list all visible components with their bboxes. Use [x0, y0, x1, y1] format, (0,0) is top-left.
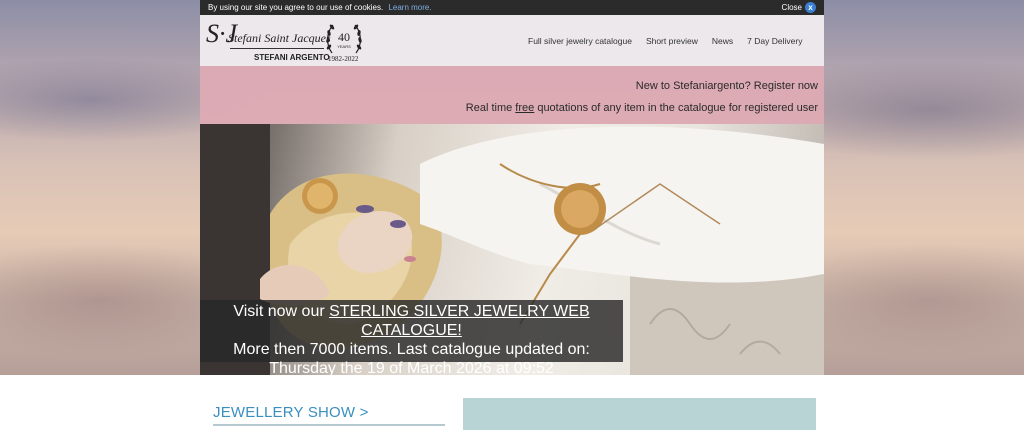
badge-number: 40 [338, 30, 350, 44]
teal-panel [463, 398, 816, 430]
quote-prefix: Real time [465, 102, 516, 114]
caption-line1: Visit now our STERLING SILVER JEWELRY WE… [200, 302, 623, 340]
nav-full-catalogue[interactable]: Full silver jewelry catalogue [528, 36, 632, 46]
cookie-message: By using our site you agree to our use o… [208, 3, 782, 12]
quote-suffix: quotations of any item in the catalogue … [534, 102, 818, 114]
caption-line3: Thursday the 19 of March 2026 at 09:52 [269, 360, 554, 375]
caption-prefix: Visit now our [233, 303, 330, 320]
main-nav: Full silver jewelry catalogue Short prev… [528, 36, 816, 46]
logo-subtitle: STEFANI ARGENTO [254, 53, 330, 62]
cookie-close-button[interactable]: Close x [782, 2, 816, 13]
close-icon[interactable]: x [805, 2, 816, 13]
register-link[interactable]: New to Stefaniargento? Register now [636, 80, 818, 92]
jewellery-show-link[interactable]: JEWELLERY SHOW > [213, 404, 369, 421]
jewellery-show-underline [213, 424, 445, 426]
cookie-learn-more-link[interactable]: Learn more. [388, 3, 431, 12]
site-header: S·J Stefani Saint Jacques STEFANI ARGENT… [200, 15, 824, 66]
nav-short-preview[interactable]: Short preview [646, 36, 698, 46]
catalogue-caption: Visit now our STERLING SILVER JEWELRY WE… [200, 300, 623, 375]
logo-years: 1982-2022 [328, 55, 359, 63]
nav-news[interactable]: News [712, 36, 733, 46]
catalogue-link[interactable]: STERLING SILVER JEWELRY WEB CATALOGUE! [329, 303, 590, 339]
quote-free-link[interactable]: free [515, 102, 534, 114]
cookie-text: By using our site you agree to our use o… [208, 3, 384, 12]
caption-line2: More then 7000 items. Last catalogue upd… [233, 341, 590, 358]
hero-image[interactable]: Visit now our STERLING SILVER JEWELRY WE… [200, 124, 824, 375]
logo-name: Stefani Saint Jacques [228, 31, 331, 45]
nav-7-day-delivery[interactable]: 7 Day Delivery [747, 36, 802, 46]
badge-small: YEARS [337, 44, 351, 49]
register-banner: New to Stefaniargento? Register now Real… [200, 66, 824, 124]
cookie-close-label: Close [781, 3, 802, 12]
logo-divider [230, 48, 324, 49]
free-quotation-text: Real time free quotations of any item in… [466, 102, 818, 114]
cookie-bar: By using our site you agree to our use o… [200, 0, 824, 15]
